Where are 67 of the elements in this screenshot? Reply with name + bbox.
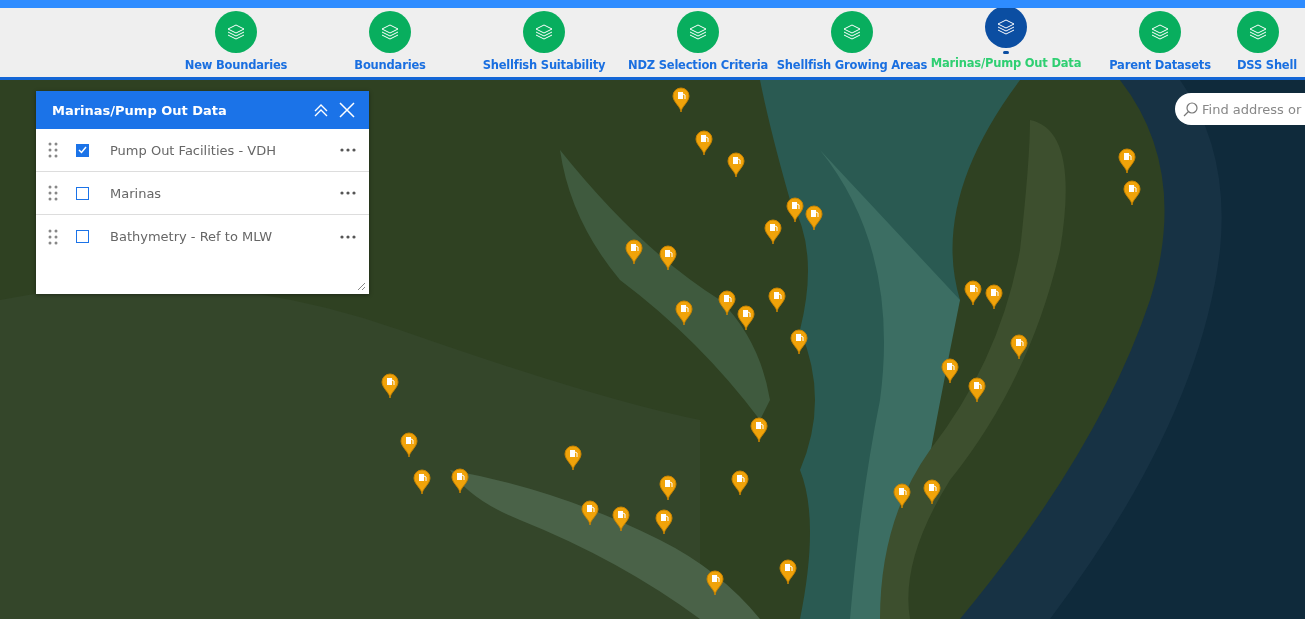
pump-out-pin-icon[interactable] [941,358,959,384]
layer-checkbox[interactable] [76,186,89,200]
close-icon[interactable] [339,102,355,118]
layers-icon [1249,24,1267,40]
drag-handle-icon[interactable] [48,185,58,201]
widget-tab[interactable]: Boundaries [313,8,467,77]
drag-handle-icon[interactable] [48,228,58,245]
pump-out-pin-icon[interactable] [968,377,986,403]
search-field[interactable]: Find address or [1175,93,1305,125]
layers-icon [1151,24,1169,40]
widget-tab[interactable]: DSS Shell [1237,8,1297,77]
layers-icon [381,24,399,40]
widget-tab[interactable]: New Boundaries [159,8,313,77]
pump-out-pin-icon[interactable] [768,287,786,313]
layer-checkbox[interactable] [76,143,89,157]
pump-out-pin-icon[interactable] [923,479,941,505]
pump-out-pin-icon[interactable] [695,130,713,156]
pump-out-pin-icon[interactable] [612,506,630,532]
pump-out-pin-icon[interactable] [659,475,677,501]
panel-title: Marinas/Pump Out Data [52,102,228,118]
pump-out-pin-icon[interactable] [750,417,768,443]
pump-out-pin-icon[interactable] [985,284,1003,310]
widget-tab[interactable]: NDZ Selection Criteria [621,8,775,77]
widget-tab[interactable]: Shellfish Suitability [467,8,621,77]
layers-icon [535,24,553,40]
layer-name: Pump Out Facilities - VDH [110,142,277,158]
pump-out-pin-icon[interactable] [786,197,804,223]
more-options-icon[interactable] [339,190,357,196]
pump-out-pin-icon[interactable] [805,205,823,231]
pump-out-pin-icon[interactable] [731,470,749,496]
pump-out-pin-icon[interactable] [675,300,693,326]
pump-out-pin-icon[interactable] [779,559,797,585]
pump-out-pin-icon[interactable] [790,329,808,355]
more-options-icon[interactable] [339,147,357,153]
pump-out-pin-icon[interactable] [659,245,677,271]
more-options-icon[interactable] [339,233,357,240]
pump-out-pin-icon[interactable] [655,509,673,535]
pump-out-pin-icon[interactable] [381,373,399,399]
pump-out-pin-icon[interactable] [413,469,431,495]
layer-checkbox[interactable] [76,230,89,243]
pump-out-pin-icon[interactable] [1123,180,1141,206]
pump-out-pin-icon[interactable] [451,468,469,494]
pump-out-pin-icon[interactable] [718,290,736,316]
drag-handle-icon[interactable] [48,142,58,158]
pump-out-pin-icon[interactable] [893,483,911,509]
layer-name: Bathymetry - Ref to MLW [110,229,274,244]
pump-out-pin-icon[interactable] [564,445,582,471]
pump-out-pin-icon[interactable] [625,239,643,265]
pump-out-pin-icon[interactable] [1010,334,1028,360]
layers-icon [689,24,707,40]
layer-name: Marinas [110,185,163,201]
widget-tab[interactable]: Shellfish Growing Areas [775,8,929,77]
pump-out-pin-icon[interactable] [764,219,782,245]
widget-tab[interactable]: Parent Datasets [1083,8,1237,77]
collapse-icon[interactable] [313,102,329,118]
layers-icon [843,24,861,40]
pump-out-pin-icon[interactable] [400,432,418,458]
layers-icon [227,24,245,40]
resize-handle-icon[interactable] [357,282,366,291]
pump-out-pin-icon[interactable] [706,570,724,596]
pump-out-pin-icon[interactable] [672,87,690,113]
pump-out-pin-icon[interactable] [964,280,982,306]
pump-out-pin-icon[interactable] [1118,148,1136,174]
layers-icon [997,19,1015,35]
pump-out-pin-icon[interactable] [737,305,755,331]
pump-out-pin-icon[interactable] [727,152,745,178]
pump-out-pin-icon[interactable] [581,500,599,526]
